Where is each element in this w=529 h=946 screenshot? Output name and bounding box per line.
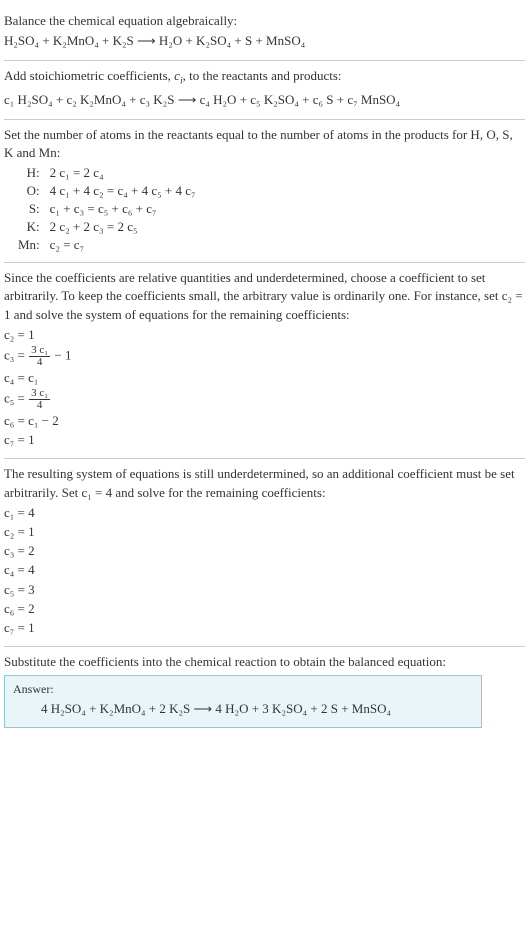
coefficient-value: c₅ = 3 c₁4 <box>4 388 525 411</box>
text-line: Set the number of atoms in the reactants… <box>4 126 525 162</box>
answer-label: Answer: <box>13 682 473 697</box>
text-line: Add stoichiometric coefficients, ci, to … <box>4 67 525 88</box>
coefficient-value: c₂ = 1 <box>4 326 525 344</box>
section-solve-first: Since the coefficients are relative quan… <box>4 263 525 458</box>
section-atom-balance: Set the number of atoms in the reactants… <box>4 120 525 262</box>
table-row: S: c₁ + c₃ = c₅ + c₆ + c₇ <box>14 200 200 218</box>
text-fragment: c₃ = <box>4 347 28 362</box>
balance-equation: c₂ = c₇ <box>46 236 200 254</box>
balanced-equation: 4 H₂SO₄ + K₂MnO₄ + 2 K₂S ⟶ 4 H₂O + 3 K₂S… <box>13 701 473 717</box>
text-fragment: , to the reactants and products: <box>183 68 342 83</box>
fraction-denominator: 4 <box>29 357 50 368</box>
fraction-denominator: 4 <box>29 400 50 411</box>
element-label: Mn: <box>14 236 46 254</box>
coefficient-value: c₃ = 2 <box>4 542 525 560</box>
element-label: K: <box>14 218 46 236</box>
balance-equation: 2 c₁ = 2 c₄ <box>46 164 200 182</box>
coefficient-value: c₄ = 4 <box>4 561 525 579</box>
equation-with-coefficients: c₁ H₂SO₄ + c₂ K₂MnO₄ + c₃ K₂S ⟶ c₄ H₂O +… <box>4 91 525 109</box>
table-row: H: 2 c₁ = 2 c₄ <box>14 164 200 182</box>
coefficient-value: c₆ = 2 <box>4 600 525 618</box>
coefficient-value: c₅ = 3 <box>4 581 525 599</box>
equation-unbalanced: H₂SO₄ + K₂MnO₄ + K₂S ⟶ H₂O + K₂SO₄ + S +… <box>4 32 525 50</box>
text-line: Substitute the coefficients into the che… <box>4 653 525 671</box>
text-fragment: Add stoichiometric coefficients, <box>4 68 174 83</box>
balance-equation: 4 c₁ + 4 c₂ = c₄ + 4 c₅ + 4 c₇ <box>46 182 200 200</box>
element-label: H: <box>14 164 46 182</box>
balance-equation: 2 c₂ + 2 c₃ = 2 c₅ <box>46 218 200 236</box>
section-answer: Substitute the coefficients into the che… <box>4 647 525 736</box>
table-row: Mn: c₂ = c₇ <box>14 236 200 254</box>
text-line: Since the coefficients are relative quan… <box>4 269 525 324</box>
answer-box: Answer: 4 H₂SO₄ + K₂MnO₄ + 2 K₂S ⟶ 4 H₂O… <box>4 675 482 728</box>
text-line: The resulting system of equations is sti… <box>4 465 525 501</box>
coefficient-value: c₁ = 4 <box>4 504 525 522</box>
table-row: K: 2 c₂ + 2 c₃ = 2 c₅ <box>14 218 200 236</box>
balance-equation: c₁ + c₃ = c₅ + c₆ + c₇ <box>46 200 200 218</box>
element-label: S: <box>14 200 46 218</box>
coefficient-value: c₇ = 1 <box>4 431 525 449</box>
fraction: 3 c₁4 <box>29 345 50 368</box>
section-balance-intro: Balance the chemical equation algebraica… <box>4 6 525 60</box>
coefficient-list: c₁ = 4 c₂ = 1 c₃ = 2 c₄ = 4 c₅ = 3 c₆ = … <box>4 504 525 637</box>
section-solve-second: The resulting system of equations is sti… <box>4 459 525 646</box>
coefficient-value: c₆ = c₁ − 2 <box>4 412 525 430</box>
coefficient-list: c₂ = 1 c₃ = 3 c₁4 − 1 c₄ = c₁ c₅ = 3 c₁4… <box>4 326 525 450</box>
section-add-coefficients: Add stoichiometric coefficients, ci, to … <box>4 61 525 118</box>
coefficient-value: c₄ = c₁ <box>4 369 525 387</box>
atom-balance-table: H: 2 c₁ = 2 c₄ O: 4 c₁ + 4 c₂ = c₄ + 4 c… <box>14 164 200 254</box>
text-fragment: c₅ = <box>4 391 28 406</box>
fraction: 3 c₁4 <box>29 388 50 411</box>
coefficient-value: c₃ = 3 c₁4 − 1 <box>4 345 525 368</box>
coefficient-value: c₇ = 1 <box>4 619 525 637</box>
document-content: Balance the chemical equation algebraica… <box>0 0 529 742</box>
table-row: O: 4 c₁ + 4 c₂ = c₄ + 4 c₅ + 4 c₇ <box>14 182 200 200</box>
coefficient-value: c₂ = 1 <box>4 523 525 541</box>
text-fragment: − 1 <box>51 347 71 362</box>
text-line: Balance the chemical equation algebraica… <box>4 12 525 30</box>
element-label: O: <box>14 182 46 200</box>
